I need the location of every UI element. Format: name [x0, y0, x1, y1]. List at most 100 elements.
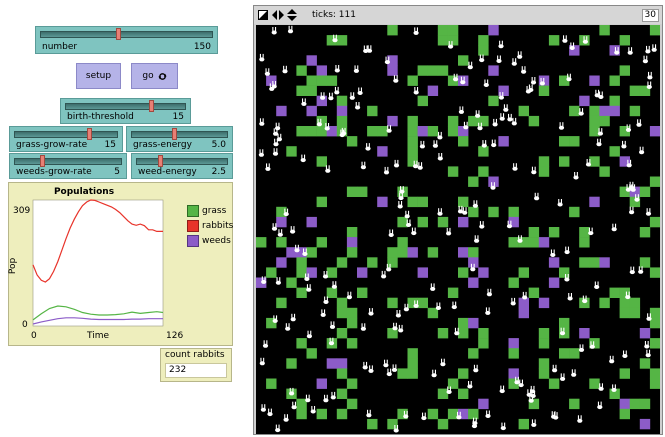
slider-birth-threshold[interactable]: birth-threshold 15 [60, 98, 191, 124]
slider-track[interactable] [131, 131, 228, 138]
slider-thumb[interactable] [157, 155, 163, 167]
grass-patch [296, 126, 307, 137]
grass-patch [629, 307, 641, 319]
grass-patch [609, 75, 620, 86]
slider-value: 150 [193, 42, 211, 52]
weed-patch [417, 267, 428, 278]
weed-patch [407, 247, 418, 258]
grass-patch [437, 418, 449, 430]
vertical-arrows-icon[interactable] [287, 9, 297, 21]
monitor-label: count rabbits [165, 350, 225, 360]
slider-label: weed-energy [138, 167, 197, 177]
grass-patch [579, 257, 590, 268]
speed-box[interactable]: 30 [641, 9, 659, 22]
grass-patch [326, 267, 338, 278]
grass-patch [437, 328, 449, 339]
grass-patch [478, 338, 489, 349]
weed-patch [276, 216, 287, 228]
weed-patch [427, 85, 439, 96]
slider-value: 15 [104, 140, 116, 150]
resize-icon[interactable] [258, 10, 268, 20]
slider-track[interactable] [14, 158, 122, 165]
grass-patch [559, 348, 570, 359]
weed-patch [468, 277, 479, 288]
slider-grass-energy[interactable]: grass-energy 5.0 [126, 126, 233, 152]
grass-patch [629, 398, 641, 410]
slider-track[interactable] [65, 103, 186, 110]
world-canvas [256, 25, 660, 434]
grass-patch [548, 227, 560, 238]
slider-label: number [42, 42, 78, 52]
setup-button[interactable]: setup [76, 63, 121, 89]
grass-patch [417, 196, 428, 208]
grass-patch [437, 65, 449, 76]
weed-patch [478, 267, 489, 278]
slider-thumb[interactable] [87, 128, 93, 140]
horizontal-arrows-icon[interactable] [272, 10, 284, 20]
weed-patch [589, 196, 600, 208]
y-axis-label: Pop [8, 257, 19, 275]
grass-patch [518, 418, 529, 430]
grass-patch [427, 65, 439, 76]
grass-patch [306, 85, 317, 96]
grass-patch [387, 297, 398, 309]
slider-track[interactable] [136, 158, 228, 165]
grass-patch [478, 115, 489, 127]
monitor-value: 232 [165, 363, 227, 378]
slider-label: grass-grow-rate [16, 140, 88, 150]
grass-patch [528, 115, 540, 127]
grass-patch [559, 317, 570, 329]
weed-patch [508, 368, 519, 379]
slider-track[interactable] [14, 131, 118, 138]
grass-patch [346, 338, 358, 349]
grass-patch [367, 105, 378, 117]
slider-thumb[interactable] [148, 100, 154, 112]
grass-patch [649, 307, 660, 319]
grass-patch [447, 25, 459, 36]
grass-patch [407, 348, 418, 359]
grass-patch [286, 146, 297, 157]
grass-patch [346, 136, 358, 147]
grass-patch [306, 247, 317, 258]
grass-patch [649, 378, 660, 389]
grass-patch [649, 216, 660, 228]
slider-thumb[interactable] [172, 128, 178, 140]
grass-patch [649, 25, 660, 36]
go-button[interactable]: go [131, 63, 178, 89]
grass-patch [548, 35, 560, 46]
weed-patch [639, 328, 651, 339]
weed-patch [538, 297, 550, 309]
grass-patch [326, 75, 338, 86]
grass-patch [639, 257, 651, 268]
slider-label: birth-threshold [67, 112, 134, 122]
grass-patch [649, 338, 660, 349]
slider-weeds-grow-rate[interactable]: weeds-grow-rate 5 [9, 153, 127, 179]
grass-patch [488, 95, 499, 107]
grass-patch [538, 338, 550, 349]
grass-patch [417, 65, 428, 76]
grass-patch [538, 85, 550, 96]
grass-patch [286, 277, 297, 288]
grass-patch [629, 105, 641, 117]
world-view[interactable]: ticks: 111 30 [253, 5, 663, 435]
slider-number[interactable]: number 150 [35, 26, 218, 54]
grass-patch [589, 115, 600, 127]
weed-patch [599, 257, 610, 268]
grass-patch [599, 115, 610, 127]
slider-weed-energy[interactable]: weed-energy 2.5 [131, 153, 233, 179]
slider-thumb[interactable] [115, 28, 121, 40]
grass-patch [548, 378, 560, 389]
weed-patch [508, 338, 519, 349]
grass-patch [316, 408, 327, 420]
slider-thumb[interactable] [39, 155, 45, 167]
grass-patch [649, 267, 660, 278]
grass-patch [437, 388, 449, 399]
grass-patch [458, 267, 469, 278]
grass-patch [336, 388, 348, 399]
grass-patch [619, 307, 630, 319]
grass-patch [336, 35, 348, 46]
weed-patch [609, 105, 620, 117]
slider-track[interactable] [40, 31, 213, 38]
slider-grass-grow-rate[interactable]: grass-grow-rate 15 [9, 126, 123, 152]
grass-patch [599, 166, 610, 177]
